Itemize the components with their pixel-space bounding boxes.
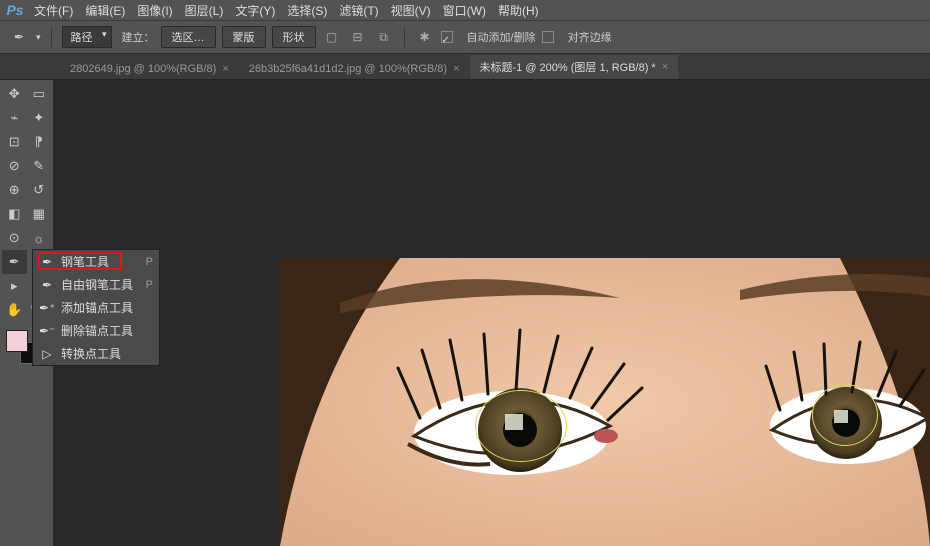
path-arrange-icon[interactable]: ⧉ (374, 27, 394, 47)
selection-button[interactable]: 选区… (161, 26, 216, 48)
flyout-convert-point-tool[interactable]: ▷ 转换点工具 (33, 342, 159, 365)
flyout-shortcut: P (141, 256, 153, 268)
build-label: 建立： (122, 29, 155, 45)
path-select-tool[interactable]: ▸ (2, 274, 27, 298)
menu-window[interactable]: 窗口(W) (437, 2, 492, 19)
divider (404, 27, 405, 47)
tab-document-3[interactable]: 未标题-1 @ 200% (图层 1, RGB/8) * × (470, 55, 679, 79)
brush-tool[interactable]: ✎ (27, 154, 52, 178)
divider (51, 27, 52, 47)
menu-filter[interactable]: 滤镜(T) (333, 2, 384, 19)
options-bar: ✒ ▾ 路径 建立： 选区… 蒙版 形状 ▢ ⊟ ⧉ ✱ 自动添加/删除 对齐边… (0, 20, 930, 54)
menu-help[interactable]: 帮助(H) (492, 2, 545, 19)
menu-file[interactable]: 文件(F) (28, 2, 79, 19)
menu-type[interactable]: 文字(Y) (229, 2, 281, 19)
foreground-color-swatch[interactable] (6, 330, 28, 352)
close-icon[interactable]: × (222, 63, 228, 75)
shape-button[interactable]: 形状 (272, 26, 316, 48)
marquee-tool[interactable]: ▭ (27, 82, 52, 106)
menu-select[interactable]: 选择(S) (281, 2, 333, 19)
flyout-shortcut: P (141, 279, 153, 291)
dodge-tool[interactable]: ☼ (27, 226, 52, 250)
flyout-label: 添加锚点工具 (61, 299, 135, 316)
menubar: Ps 文件(F) 编辑(E) 图像(I) 图层(L) 文字(Y) 选择(S) 滤… (0, 0, 930, 20)
flyout-pen-tool[interactable]: ✒ 钢笔工具 P (33, 250, 159, 273)
canvas-area[interactable] (54, 80, 930, 546)
tab-label: 2802649.jpg @ 100%(RGB/8) (70, 63, 216, 75)
align-edges-checkbox[interactable] (542, 31, 554, 43)
flyout-label: 钢笔工具 (61, 253, 135, 270)
pen-icon: ✒ (8, 28, 30, 46)
stamp-tool[interactable]: ⊕ (2, 178, 27, 202)
heal-tool[interactable]: ⊘ (2, 154, 27, 178)
flyout-delete-anchor-tool[interactable]: ✒⁻ 删除锚点工具 (33, 319, 159, 342)
auto-add-delete-checkbox[interactable] (441, 31, 453, 43)
pen-icon: ✒ (39, 255, 55, 269)
close-icon[interactable]: × (453, 63, 459, 75)
gradient-tool[interactable]: ▦ (27, 202, 52, 226)
menu-view[interactable]: 视图(V) (385, 2, 437, 19)
menu-edit[interactable]: 编辑(E) (79, 2, 131, 19)
convert-point-icon: ▷ (39, 347, 55, 361)
close-icon[interactable]: × (662, 61, 668, 73)
path-combine-icon[interactable]: ▢ (322, 27, 342, 47)
blur-tool[interactable]: ⊙ (2, 226, 27, 250)
freeform-pen-icon: ✒ (39, 278, 55, 292)
pen-tool-flyout: ✒ 钢笔工具 P ✒ 自由钢笔工具 P ✒⁺ 添加锚点工具 ✒⁻ 删除锚点工具 … (32, 249, 160, 366)
eyedropper-tool[interactable]: ⁋ (27, 130, 52, 154)
wand-tool[interactable]: ✦ (27, 106, 52, 130)
history-brush-tool[interactable]: ↺ (27, 178, 52, 202)
face-image (280, 258, 930, 546)
flyout-freeform-pen-tool[interactable]: ✒ 自由钢笔工具 P (33, 273, 159, 296)
chevron-down-icon[interactable]: ▾ (36, 32, 41, 43)
tab-document-1[interactable]: 2802649.jpg @ 100%(RGB/8) × (60, 59, 239, 79)
mode-dropdown[interactable]: 路径 (62, 26, 112, 48)
menu-layer[interactable]: 图层(L) (179, 2, 230, 19)
canvas-image (280, 258, 930, 546)
flyout-label: 转换点工具 (61, 345, 135, 362)
menu-image[interactable]: 图像(I) (131, 2, 178, 19)
crop-tool[interactable]: ⊡ (2, 130, 27, 154)
flyout-add-anchor-tool[interactable]: ✒⁺ 添加锚点工具 (33, 296, 159, 319)
flyout-label: 删除锚点工具 (61, 322, 135, 339)
tab-label: 未标题-1 @ 200% (图层 1, RGB/8) * (480, 59, 656, 75)
delete-anchor-icon: ✒⁻ (39, 324, 55, 338)
align-edges-label: 对齐边缘 (568, 29, 612, 45)
path-align-icon[interactable]: ⊟ (348, 27, 368, 47)
eraser-tool[interactable]: ◧ (2, 202, 27, 226)
mask-button[interactable]: 蒙版 (222, 26, 266, 48)
tab-label: 26b3b25f6a41d1d2.jpg @ 100%(RGB/8) (249, 63, 447, 75)
hand-tool[interactable]: ✋ (2, 298, 27, 322)
gear-icon[interactable]: ✱ (415, 27, 435, 47)
tabs-bar: 2802649.jpg @ 100%(RGB/8) × 26b3b25f6a41… (0, 54, 930, 80)
add-anchor-icon: ✒⁺ (39, 301, 55, 315)
move-tool[interactable]: ✥ (2, 82, 27, 106)
flyout-label: 自由钢笔工具 (61, 276, 135, 293)
app-logo: Ps (2, 0, 28, 20)
tab-document-2[interactable]: 26b3b25f6a41d1d2.jpg @ 100%(RGB/8) × (239, 59, 470, 79)
pen-tool[interactable]: ✒ (2, 250, 27, 274)
auto-add-delete-label: 自动添加/删除 (467, 29, 536, 45)
lasso-tool[interactable]: ⌁ (2, 106, 27, 130)
